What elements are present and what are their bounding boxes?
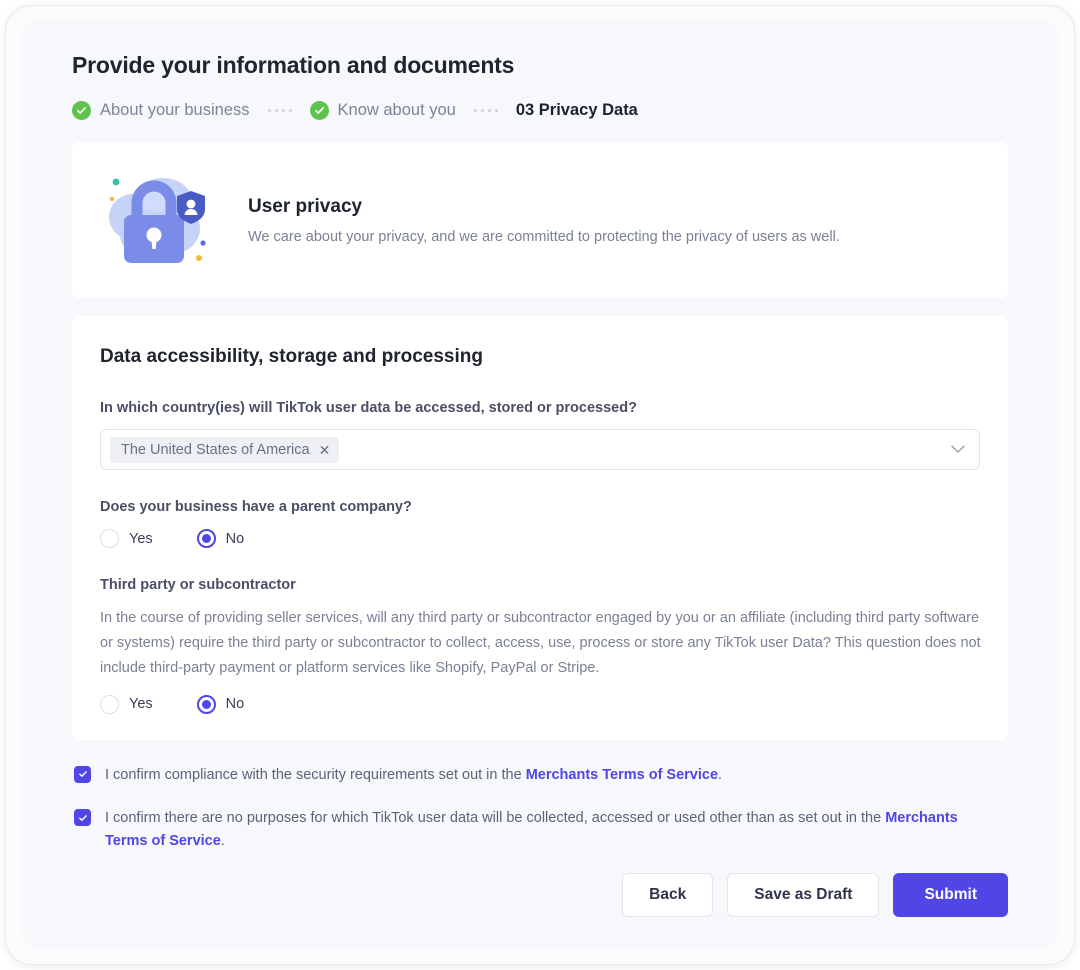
chevron-down-icon[interactable]: [951, 441, 965, 459]
step-label: 03 Privacy Data: [516, 101, 638, 120]
radio-option-label: Yes: [129, 531, 153, 547]
third-party-description: In the course of providing seller servic…: [100, 606, 990, 681]
selected-country-label: The United States of America: [121, 442, 310, 458]
user-privacy-card: User privacy We care about your privacy,…: [72, 142, 1008, 298]
save-as-draft-button[interactable]: Save as Draft: [727, 873, 879, 917]
radio-circle-icon[interactable]: [100, 695, 119, 714]
check-circle-icon: [72, 101, 91, 120]
lock-shield-cloud-illustration: [100, 165, 220, 275]
page-title: Provide your information and documents: [72, 52, 1008, 79]
radio-circle-icon[interactable]: [100, 529, 119, 548]
radio-option-yes[interactable]: Yes: [100, 529, 153, 548]
user-privacy-title: User privacy: [248, 196, 840, 218]
selected-country-tag[interactable]: The United States of America ✕: [110, 437, 339, 463]
country-question-label: In which country(ies) will TikTok user d…: [100, 400, 980, 416]
country-select-input[interactable]: The United States of America ✕: [100, 429, 980, 470]
submit-button[interactable]: Submit: [893, 873, 1008, 917]
confirmation-text-after: .: [221, 833, 225, 849]
check-circle-icon: [310, 101, 329, 120]
third-party-radio-group: Yes No: [100, 695, 980, 714]
step-privacy-data[interactable]: 03 Privacy Data: [516, 101, 638, 120]
radio-circle-selected-icon[interactable]: [197, 529, 216, 548]
checkbox-checked-icon[interactable]: [74, 809, 91, 826]
radio-circle-selected-icon[interactable]: [197, 695, 216, 714]
step-label: Know about you: [338, 101, 456, 120]
radio-option-no[interactable]: No: [197, 695, 245, 714]
radio-option-no[interactable]: No: [197, 529, 245, 548]
confirmations-list: I confirm compliance with the security r…: [72, 764, 1008, 854]
privacy-data-page: Provide your information and documents A…: [22, 20, 1058, 950]
third-party-label: Third party or subcontractor: [100, 577, 980, 593]
step-about-your-business[interactable]: About your business: [72, 101, 250, 120]
screenshot-frame: Provide your information and documents A…: [0, 0, 1080, 970]
user-privacy-text: User privacy We care about your privacy,…: [248, 196, 840, 245]
confirmation-text-before: I confirm there are no purposes for whic…: [105, 810, 885, 826]
radio-option-label: Yes: [129, 696, 153, 712]
step-connector: [474, 109, 498, 112]
user-privacy-subtitle: We care about your privacy, and we are c…: [248, 229, 840, 245]
checkbox-checked-icon[interactable]: [74, 766, 91, 783]
step-indicator: About your business Know about you 03 Pr…: [72, 101, 1008, 120]
close-x-icon[interactable]: ✕: [319, 443, 331, 457]
radio-option-label: No: [226, 696, 245, 712]
confirmation-text-after: .: [718, 767, 722, 783]
radio-option-yes[interactable]: Yes: [100, 695, 153, 714]
third-party-question-block: Third party or subcontractor In the cour…: [100, 577, 980, 714]
section-title: Data accessibility, storage and processi…: [100, 346, 980, 368]
confirmation-text-before: I confirm compliance with the security r…: [105, 767, 526, 783]
confirmation-row-security: I confirm compliance with the security r…: [74, 764, 1008, 787]
step-know-about-you[interactable]: Know about you: [310, 101, 456, 120]
step-label: About your business: [100, 101, 250, 120]
radio-option-label: No: [226, 531, 245, 547]
confirmation-row-purposes: I confirm there are no purposes for whic…: [74, 807, 1008, 853]
parent-company-question-block: Does your business have a parent company…: [100, 499, 980, 548]
confirmation-text: I confirm there are no purposes for whic…: [105, 807, 985, 853]
country-question-block: In which country(ies) will TikTok user d…: [100, 400, 980, 470]
form-actions: Back Save as Draft Submit: [72, 873, 1008, 917]
step-connector: [268, 109, 292, 112]
parent-company-radio-group: Yes No: [100, 529, 980, 548]
merchants-terms-of-service-link[interactable]: Merchants Terms of Service: [526, 767, 718, 783]
confirmation-text: I confirm compliance with the security r…: [105, 764, 722, 787]
data-accessibility-form-card: Data accessibility, storage and processi…: [72, 316, 1008, 740]
parent-company-label: Does your business have a parent company…: [100, 499, 980, 515]
back-button[interactable]: Back: [622, 873, 713, 917]
